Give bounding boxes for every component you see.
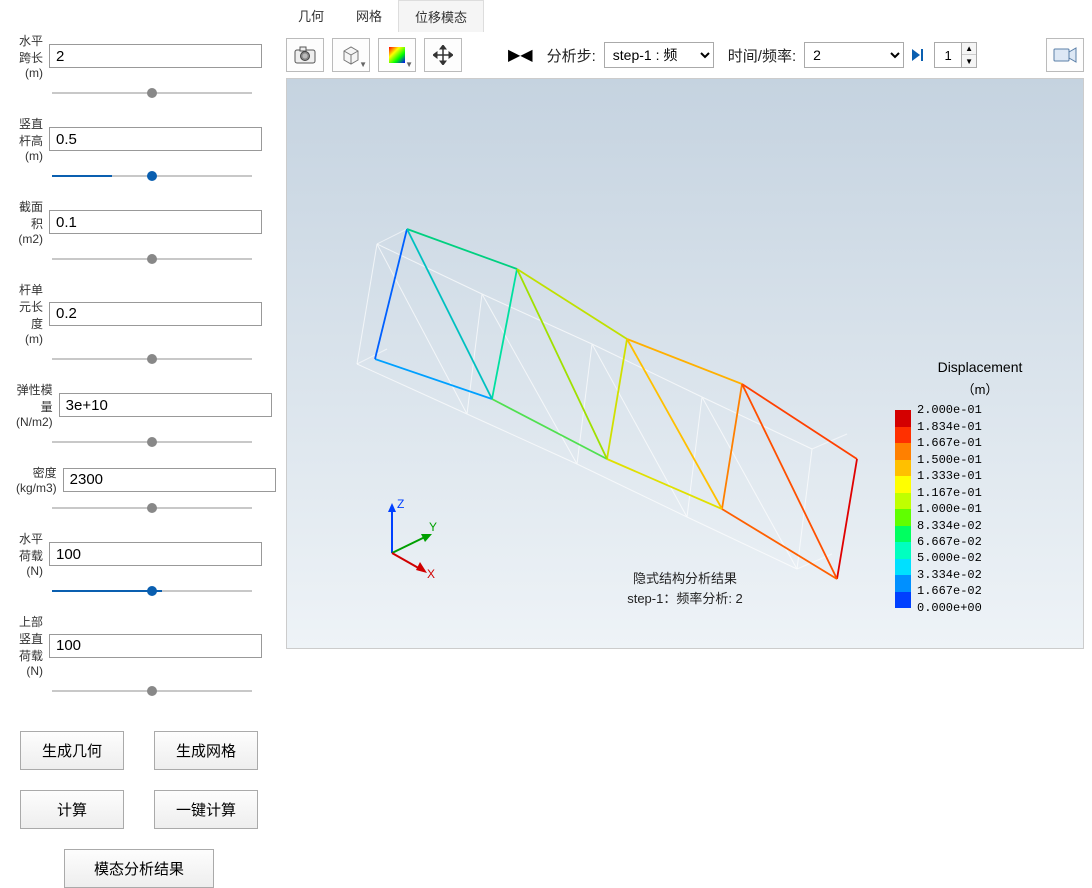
legend-tick: 6.667e-02 xyxy=(917,534,982,550)
colormap-icon[interactable]: ▼ xyxy=(378,38,416,72)
axis-triad: Z Y X xyxy=(367,498,447,578)
param-label: 弹性模量(N/m2) xyxy=(16,381,59,429)
param-input-6[interactable] xyxy=(49,542,262,566)
param-input-0[interactable] xyxy=(49,44,262,68)
legend-tick: 8.334e-02 xyxy=(917,517,982,533)
param-input-7[interactable] xyxy=(49,634,262,658)
param-label: 截面积(m2) xyxy=(16,198,49,246)
viewport-caption: 隐式结构分析结果 step-1：频率分析: 2 xyxy=(627,569,743,608)
button-grid: 生成几何 生成网格 计算 一键计算 模态分析结果 xyxy=(16,731,262,888)
param-slider-3[interactable] xyxy=(52,350,252,368)
param-input-1[interactable] xyxy=(49,127,262,151)
video-camera-icon[interactable] xyxy=(1046,38,1084,72)
legend-tick: 1.167e-01 xyxy=(917,484,982,500)
step-select[interactable]: step-1 : 频 xyxy=(604,42,714,68)
legend-tick: 1.000e-01 xyxy=(917,501,982,517)
svg-text:Z: Z xyxy=(397,498,404,511)
param-slider-0[interactable] xyxy=(52,84,252,102)
generate-geometry-button[interactable]: 生成几何 xyxy=(20,731,124,770)
generate-mesh-button[interactable]: 生成网格 xyxy=(154,731,258,770)
spin-down-icon[interactable]: ▼ xyxy=(962,55,976,67)
legend-tick: 5.000e-02 xyxy=(917,550,982,566)
param-label: 上部竖直荷载(N) xyxy=(16,613,49,678)
legend-tick: 1.834e-01 xyxy=(917,418,982,434)
param-label: 水平荷载(N) xyxy=(16,530,49,578)
legend-tick: 2.000e-01 xyxy=(917,402,982,418)
compute-button[interactable]: 计算 xyxy=(20,790,124,829)
legend-tick: 0.000e+00 xyxy=(917,600,982,616)
time-select[interactable]: 2 xyxy=(804,42,904,68)
legend-tick: 1.500e-01 xyxy=(917,451,982,467)
time-label: 时间/频率: xyxy=(728,45,796,66)
move-icon[interactable] xyxy=(424,38,462,72)
param-input-4[interactable] xyxy=(59,393,272,417)
legend-tick: 1.667e-02 xyxy=(917,583,982,599)
param-input-2[interactable] xyxy=(49,210,262,234)
frame-spinner[interactable]: 1 ▲▼ xyxy=(934,42,977,68)
param-slider-6[interactable] xyxy=(52,582,252,600)
step-label: 分析步: xyxy=(547,45,596,66)
param-input-5[interactable] xyxy=(63,468,276,492)
color-legend: Displacement （m） 2.000e-011.834e-011.667… xyxy=(895,359,1065,616)
tab-2[interactable]: 位移模态 xyxy=(398,0,484,32)
tab-0[interactable]: 几何 xyxy=(282,0,340,32)
tab-1[interactable]: 网格 xyxy=(340,0,398,32)
param-slider-5[interactable] xyxy=(52,499,252,517)
param-label: 密度(kg/m3) xyxy=(16,464,63,495)
param-slider-1[interactable] xyxy=(52,167,252,185)
param-slider-2[interactable] xyxy=(52,250,252,268)
toolbar: ▼ ▼ ▶◀ 分析步: step-1 : 频 时间/频率: 2 1 ▲▼ xyxy=(278,32,1092,78)
legend-tick: 1.667e-01 xyxy=(917,435,982,451)
svg-text:X: X xyxy=(427,567,435,578)
param-label: 杆单元长度(m) xyxy=(16,281,49,346)
param-slider-7[interactable] xyxy=(52,682,252,700)
step-back-icon[interactable]: ▶◀ xyxy=(508,45,533,65)
viewport-3d[interactable]: Z Y X 隐式结构分析结果 step-1：频率分析: 2 Displaceme… xyxy=(286,78,1084,649)
legend-tick: 1.333e-01 xyxy=(917,468,982,484)
one-click-compute-button[interactable]: 一键计算 xyxy=(154,790,258,829)
sidebar: 水平跨长(m) 竖直杆高(m) 截面积(m2) 杆单元长度(m) 弹性模量(N/… xyxy=(0,0,278,657)
modal-result-button[interactable]: 模态分析结果 xyxy=(64,849,214,888)
camera-icon[interactable] xyxy=(286,38,324,72)
param-input-3[interactable] xyxy=(49,302,262,326)
param-slider-4[interactable] xyxy=(52,433,252,451)
svg-text:Y: Y xyxy=(429,520,437,534)
legend-tick: 3.334e-02 xyxy=(917,567,982,583)
tabs: 几何网格位移模态 xyxy=(278,0,1092,32)
param-label: 水平跨长(m) xyxy=(16,32,49,80)
seek-end-icon[interactable] xyxy=(912,50,926,60)
main-panel: 几何网格位移模态 ▼ ▼ ▶◀ 分析步: step-1 : 频 时间/频率: 2 xyxy=(278,0,1092,657)
param-label: 竖直杆高(m) xyxy=(16,115,49,163)
cube-view-icon[interactable]: ▼ xyxy=(332,38,370,72)
spin-up-icon[interactable]: ▲ xyxy=(962,43,976,55)
